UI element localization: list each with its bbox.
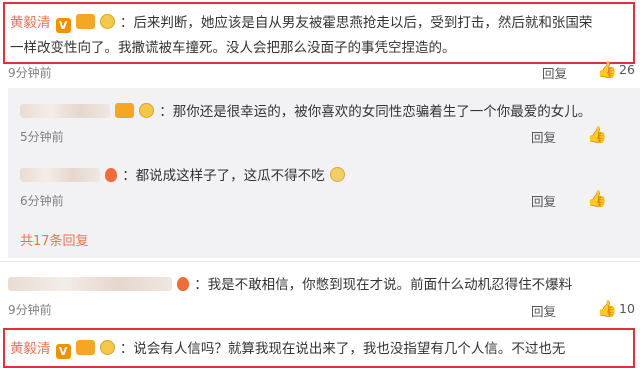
author-name[interactable]: 黄毅清 — [10, 15, 51, 31]
comment-text-line1: ：后来判断，她应该是自从男友被霍思燕抢走以后，受到打击，然后就和张国荣 — [119, 15, 593, 31]
author-name[interactable]: 黄毅清 — [10, 341, 51, 357]
thumbs-up-icon[interactable]: 👍 — [587, 127, 607, 143]
reply-item: ：那你还是很幸运的，被你喜欢的女同性恋骗着生了一个你最爱的女儿。 — [20, 100, 591, 120]
comment-time: 9分钟前 — [8, 303, 52, 317]
medal-icon — [139, 103, 155, 118]
reply-button[interactable]: 回复 — [531, 191, 556, 210]
medal-icon — [99, 14, 115, 29]
reply-text: ：那你还是很幸运的，被你喜欢的女同性恋骗着生了一个你最爱的女儿。 — [159, 104, 592, 120]
comment-text: ：说会有人信吗？就算我现在说出来了，我也没指望有几个人信。不过也无 — [119, 341, 566, 357]
like-button[interactable]: 👍 10 — [597, 300, 637, 318]
like-count: 26 — [619, 62, 635, 77]
thumbs-up-icon: 👍 — [597, 60, 617, 79]
flame-badge-icon — [105, 168, 118, 182]
redacted-username — [20, 104, 110, 118]
like-button[interactable]: 👍 26 — [597, 61, 637, 79]
comment-header: 黄毅清 V ：后来判断，她应该是自从男友被霍思燕抢走以后，受到打击，然后就和张国… — [10, 11, 592, 33]
redacted-username — [8, 277, 172, 291]
reply-time: 6分钟前 — [20, 194, 64, 208]
like-count: 10 — [619, 301, 635, 316]
divider — [0, 261, 640, 262]
rank-badge-icon — [75, 14, 95, 29]
reply-button[interactable]: 回复 — [531, 301, 556, 320]
thumbs-up-icon[interactable]: 👍 — [587, 191, 607, 207]
doge-emoji-icon — [329, 167, 345, 182]
verified-badge-icon: V — [55, 18, 71, 33]
reply-button[interactable]: 回复 — [531, 127, 556, 146]
flame-badge-icon — [177, 277, 190, 291]
rank-badge-icon — [115, 103, 135, 118]
reply-time: 5分钟前 — [20, 130, 64, 144]
reply-item: ：都说成这样子了，这瓜不得不吃 — [20, 164, 345, 184]
thumbs-up-icon: 👍 — [597, 299, 617, 318]
reply-text: ：都说成这样子了，这瓜不得不吃 — [122, 168, 325, 184]
comment-text-line2: 一样改变性向了。我撒谎被车撞死。没人会把那么没面子的事凭空捏造的。 — [10, 40, 456, 56]
reply-button[interactable]: 回复 — [542, 63, 567, 82]
comment-time: 9分钟前 — [8, 66, 52, 80]
comment-header: 黄毅清 V ：说会有人信吗？就算我现在说出来了，我也没指望有几个人信。不过也无 — [10, 337, 565, 359]
comment-text: ：我是不敢相信，你憋到现在才说。前面什么动机忍得住不爆料 — [194, 277, 573, 293]
medal-icon — [99, 340, 115, 355]
redacted-username — [20, 168, 100, 182]
verified-badge-icon: V — [55, 344, 71, 359]
comment-header: ：我是不敢相信，你憋到现在才说。前面什么动机忍得住不爆料 — [8, 273, 572, 293]
rank-badge-icon — [75, 340, 95, 355]
view-all-replies-link[interactable]: 共17条回复 — [20, 230, 89, 249]
